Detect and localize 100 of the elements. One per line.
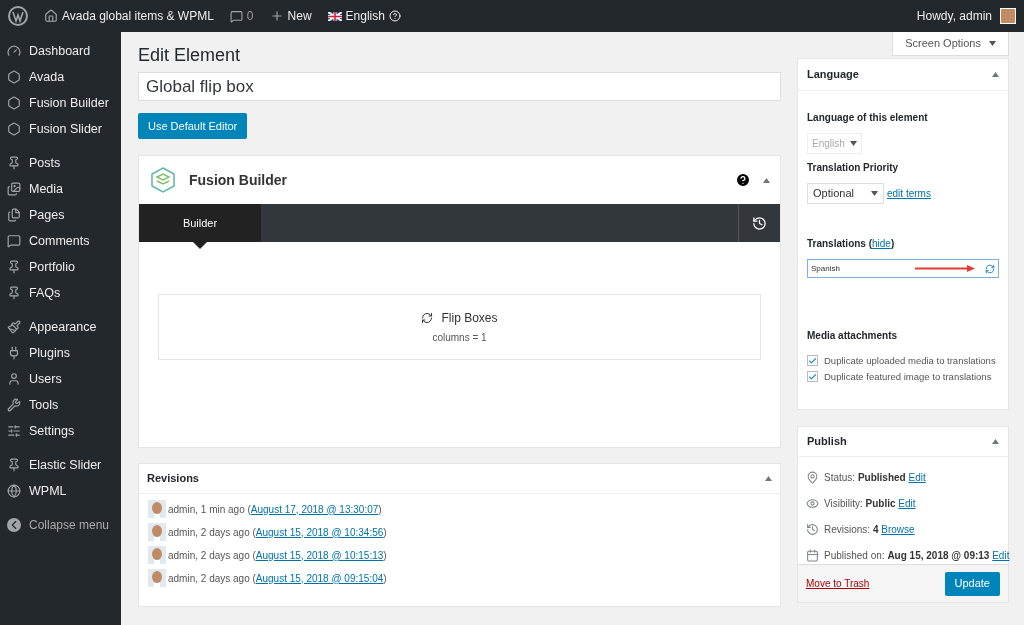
menu-item-icon (7, 96, 21, 110)
publish-row-icon (806, 471, 819, 485)
menu-item-icon (7, 234, 21, 248)
publish-row-icon (806, 549, 819, 563)
publish-edit-link[interactable]: Edit (992, 550, 1010, 562)
publish-edit-link[interactable]: Edit (908, 472, 926, 484)
sidebar-item[interactable]: Plugins (0, 340, 121, 366)
sidebar-item[interactable]: Fusion Slider (0, 116, 121, 142)
menu-item-icon (7, 44, 21, 58)
revision-entry: admin, 2 days ago (August 15, 2018 @ 10:15:13) (168, 548, 387, 563)
title-field[interactable]: Global flip box (138, 72, 781, 101)
element-title: Flip Boxes (441, 310, 498, 327)
sidebar-item[interactable]: Tools (0, 392, 121, 418)
element-card[interactable]: Flip Boxes columns = 1 (158, 294, 761, 360)
panel-title: Publish (807, 434, 847, 450)
avatar-icon (148, 569, 166, 587)
revision-entry: admin, 2 days ago (August 15, 2018 @ 10:34:56) (168, 525, 387, 540)
menu-item-icon (7, 458, 21, 472)
hide-link[interactable]: hide (872, 238, 891, 249)
home-icon[interactable] (44, 9, 58, 23)
menu-item-icon (7, 182, 21, 196)
menu-item-icon (7, 398, 21, 412)
menu-item-icon (7, 260, 21, 274)
caret-icon (850, 141, 857, 146)
comment-icon[interactable] (229, 9, 243, 23)
screen-options-button[interactable]: Screen Options (892, 32, 1009, 56)
sidebar-item[interactable]: Avada (0, 64, 121, 90)
sidebar-item[interactable]: Posts (0, 150, 121, 176)
panel-title: Language (807, 67, 859, 83)
sidebar-item[interactable]: Portfolio (0, 254, 121, 280)
translations-label: Translations (hide) (807, 237, 896, 251)
menu-item-icon (7, 208, 21, 222)
revision-entry: admin, 2 days ago (August 15, 2018 @ 09:15:04) (168, 571, 387, 586)
sidebar-item[interactable]: Elastic Slider (0, 452, 121, 478)
menu-item-icon (7, 372, 21, 386)
collapse-menu-button[interactable]: Collapse menu (0, 512, 121, 538)
tab-pointer-icon (193, 242, 207, 249)
translation-row[interactable]: Spanish (807, 259, 999, 278)
publish-info: Status: Published Edit (824, 471, 926, 486)
panel-title: Fusion Builder (189, 170, 287, 190)
refresh-icon[interactable] (985, 263, 995, 274)
menu-item-icon (7, 424, 21, 438)
publish-info: Published on: Aug 15, 2018 @ 09:13 Edit (824, 549, 1010, 564)
avatar-icon (148, 500, 166, 518)
menu-item-icon (7, 122, 21, 136)
sidebar-item[interactable]: Pages (0, 202, 121, 228)
avatar-icon (148, 523, 166, 541)
sidebar-item[interactable]: Settings (0, 418, 121, 444)
wordpress-logo-icon[interactable] (8, 6, 28, 26)
plus-icon[interactable] (269, 9, 284, 23)
avatar-icon (1000, 8, 1016, 24)
edit-terms-link[interactable]: edit terms (887, 186, 931, 201)
field-label: Translation Priority (807, 161, 900, 175)
checkbox-label: Duplicate uploaded media to translations (824, 354, 996, 368)
collapse-toggle-icon[interactable] (763, 177, 770, 183)
help-icon[interactable] (388, 10, 401, 22)
menu-item-icon (7, 156, 21, 170)
publish-row-icon (806, 523, 819, 537)
priority-select[interactable]: Optional (807, 183, 884, 204)
arrow-icon (915, 265, 975, 272)
sidebar-item[interactable]: Dashboard (0, 38, 121, 64)
menu-item-icon (7, 320, 21, 334)
publish-edit-link[interactable]: Edit (898, 498, 916, 510)
sidebar-item[interactable]: FAQs (0, 280, 121, 306)
greeting-link[interactable]: Howdy, admin (916, 7, 992, 25)
checkbox-label: Duplicate featured image to translations (824, 370, 992, 384)
publish-edit-link[interactable]: Browse (881, 524, 915, 536)
page-title: Edit Element (138, 44, 241, 67)
menu-item-icon (7, 70, 21, 84)
sidebar-item[interactable]: Comments (0, 228, 121, 254)
language-switcher[interactable]: English (345, 7, 385, 25)
hexagon-logo-icon (149, 166, 177, 194)
update-button[interactable]: Update (944, 571, 1000, 596)
checkbox[interactable] (807, 371, 818, 382)
field-label: Media attachments (807, 329, 899, 343)
collapse-toggle-icon[interactable] (765, 476, 772, 481)
sidebar-item[interactable]: Media (0, 176, 121, 202)
new-link[interactable]: New (287, 7, 312, 25)
sidebar-item[interactable]: Fusion Builder (0, 90, 121, 116)
collapse-toggle-icon[interactable] (992, 439, 999, 445)
caret-icon (989, 41, 996, 46)
site-link[interactable]: Avada global items & WPML (62, 7, 214, 25)
sidebar-item[interactable]: WPML (0, 478, 121, 504)
move-to-trash-link[interactable]: Move to Trash (806, 576, 870, 592)
refresh-icon (421, 312, 434, 324)
checkbox[interactable] (807, 355, 818, 366)
flag-icon (327, 11, 342, 21)
menu-item-icon (7, 286, 21, 300)
menu-item-icon (7, 484, 21, 498)
use-default-editor-button[interactable]: Use Default Editor (138, 113, 248, 139)
menu-item-icon (7, 346, 21, 360)
collapse-icon (7, 518, 21, 532)
sidebar-item[interactable]: Appearance (0, 314, 121, 340)
collapse-toggle-icon[interactable] (992, 72, 999, 77)
caret-icon (871, 191, 878, 196)
history-icon[interactable] (752, 215, 767, 231)
panel-title: Revisions (147, 471, 199, 487)
sidebar-item[interactable]: Users (0, 366, 121, 392)
field-label: Language of this element (807, 111, 929, 125)
publish-info: Revisions: 4 Browse (824, 523, 915, 538)
